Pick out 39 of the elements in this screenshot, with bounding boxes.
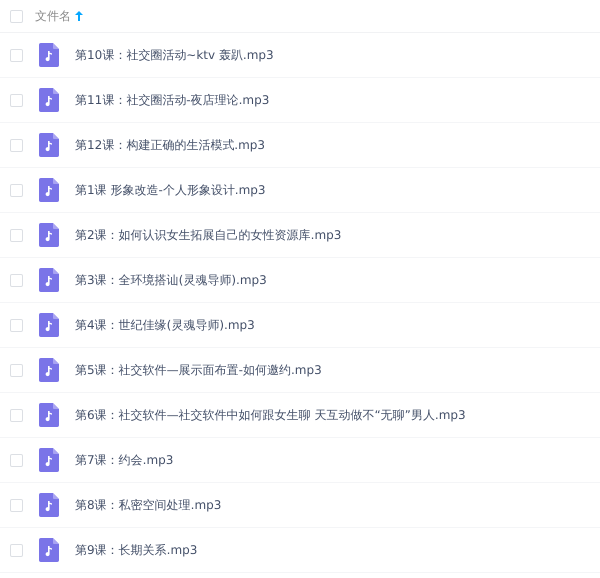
checkbox[interactable] (10, 318, 23, 332)
file-name[interactable]: 第8课：私密空间处理.mp3 (75, 496, 222, 514)
file-name[interactable]: 第11课：社交圈活动-夜店理论.mp3 (75, 92, 270, 108)
column-header[interactable]: 文件名 (35, 8, 71, 24)
checkbox[interactable] (10, 228, 23, 242)
music-file-icon (39, 448, 59, 472)
checkbox[interactable] (10, 48, 23, 62)
checkbox[interactable] (10, 408, 23, 422)
music-file-icon (39, 88, 59, 112)
checkbox[interactable] (10, 138, 23, 152)
file-name[interactable]: 第3课：全环境搭讪(灵魂导师).mp3 (75, 272, 267, 288)
file-name[interactable]: 第7课：约会.mp3 (75, 452, 174, 468)
checkbox[interactable] (10, 364, 23, 376)
music-file-icon (39, 43, 59, 67)
file-name[interactable]: 第9课：长期关系.mp3 (75, 542, 198, 558)
file-name[interactable]: 第4课：世纪佳缘(灵魂导师).mp3 (75, 316, 255, 334)
checkbox[interactable] (10, 184, 23, 196)
music-file-icon (39, 493, 59, 517)
music-file-icon (39, 223, 59, 247)
music-file-icon (39, 268, 59, 292)
file-name[interactable]: 第2课：如何认识女生拓展自己的女性资源库.mp3 (75, 226, 342, 244)
music-file-icon (39, 538, 59, 562)
music-file-icon (39, 403, 59, 427)
music-file-icon (39, 313, 59, 337)
checkbox[interactable] (10, 10, 23, 22)
music-file-icon (39, 358, 59, 382)
music-file-icon (39, 178, 59, 202)
file-name[interactable]: 第1课 形象改造-个人形象设计.mp3 (75, 182, 266, 198)
file-name[interactable]: 第12课：构建正确的生活模式.mp3 (75, 136, 266, 154)
file-name[interactable]: 第5课：社交软件—展示面布置-如何邀约.mp3 (75, 362, 322, 378)
checkbox[interactable] (10, 498, 23, 512)
file-name[interactable]: 第10课：社交圈活动~ktv 轰趴.mp3 (75, 46, 274, 64)
sort-up-icon[interactable] (75, 11, 83, 21)
file-name[interactable]: 第6课：社交软件—社交软件中如何跟女生聊 天互动做不“无聊”男人.mp3 (75, 406, 466, 424)
checkbox[interactable] (10, 274, 23, 286)
music-file-icon (39, 133, 59, 157)
checkbox[interactable] (10, 94, 23, 106)
checkbox[interactable] (10, 454, 23, 466)
checkbox[interactable] (10, 544, 23, 556)
